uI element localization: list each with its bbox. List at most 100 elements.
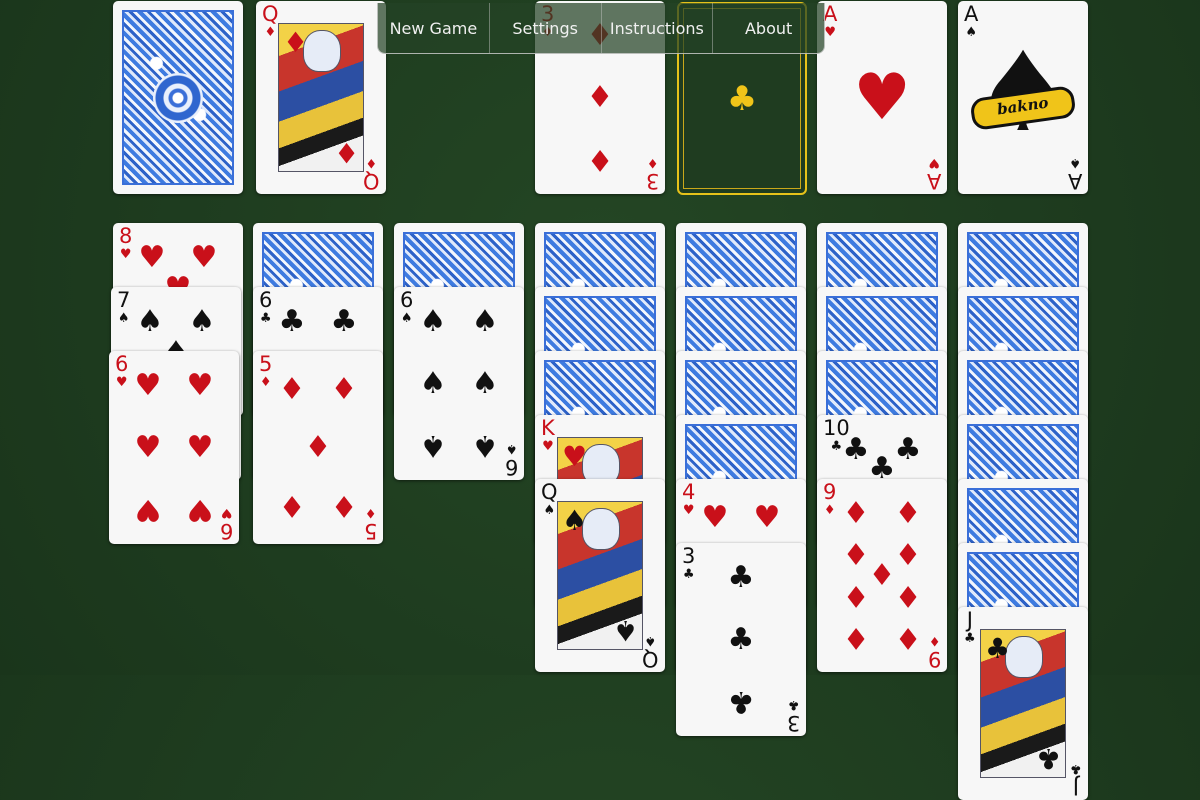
card-corner-index: A ♠ <box>1067 155 1082 193</box>
card-rank: 6 <box>504 455 518 479</box>
card-rank: A <box>1067 169 1082 193</box>
card-back-medallion <box>153 72 203 123</box>
clubs-icon: ♣ <box>682 567 695 582</box>
diamonds-pip-icon: ♦ <box>330 488 358 524</box>
card-rank: 6 <box>400 288 414 312</box>
stock-pile[interactable] <box>113 1 243 194</box>
hearts-icon: ♥ <box>119 247 132 262</box>
card-corner-index: 9 ♦ <box>927 633 941 671</box>
diamonds-pip-icon: ♦ <box>894 577 922 613</box>
card-rank: J <box>1073 775 1080 799</box>
card-corner-index: 5 ♦ <box>363 505 377 543</box>
card-corner-index: 3 ♣ <box>682 544 696 582</box>
ace-of-spades-artwork: ♠bakno <box>969 37 1077 158</box>
settings-button[interactable]: Settings <box>490 3 602 53</box>
spades-pip-icon: ♠ <box>471 365 499 401</box>
clubs-pip-icon: ♣ <box>278 303 306 339</box>
diamonds-pip-icon: ♦ <box>278 488 306 524</box>
clubs-icon: ♣ <box>1035 742 1061 775</box>
spades-pip-icon: ♠ <box>419 428 447 464</box>
tableau-3-card[interactable]: 6 ♠ 6 ♠ ♠ ♠ ♠ ♠ ♠ ♠ <box>394 287 524 480</box>
hearts-pip-icon: ♥ <box>186 492 214 528</box>
hearts-icon: ♥ <box>542 439 554 454</box>
instructions-button[interactable]: Instructions <box>602 3 714 53</box>
tableau-2-card[interactable]: 5 ♦ 5 ♦ ♦ ♦ ♦ ♦ ♦ <box>253 351 383 544</box>
spades-icon: ♠ <box>117 311 130 326</box>
face-portrait-icon <box>582 508 620 550</box>
diamonds-pip-icon: ♦ <box>868 557 896 593</box>
hearts-icon: ♥ <box>824 25 837 40</box>
hearts-icon: ♥ <box>853 60 911 135</box>
clubs-icon: ♣ <box>985 632 1011 665</box>
hearts-pip-icon: ♥ <box>701 499 729 535</box>
tableau-1-card[interactable]: 6 ♥ 6 ♥ ♥ ♥ ♥ ♥ ♥ ♥ <box>109 351 239 544</box>
hearts-pip-icon: ♥ <box>134 492 162 528</box>
card-rank: Q <box>541 480 558 504</box>
face-portrait-icon <box>303 30 341 72</box>
hearts-icon: ♥ <box>562 440 588 473</box>
diamonds-icon: ♦ <box>365 155 378 170</box>
spades-icon: ♠ <box>505 441 518 456</box>
diamonds-icon: ♦ <box>646 155 659 170</box>
card-rank: Q <box>642 647 659 671</box>
spades-pip-icon: ♠ <box>136 303 164 339</box>
foundation-3-card[interactable]: A ♥ A ♥ ♥ <box>817 1 947 194</box>
diamonds-pip-icon: ♦ <box>842 538 870 574</box>
card-rank: 9 <box>927 647 941 671</box>
foundation-4-card[interactable]: A♠A♠♠bakno <box>958 1 1088 194</box>
diamonds-pip-icon: ♦ <box>894 620 922 656</box>
tableau-4-card[interactable]: Q ♠ Q ♠ ♠ ♠ <box>535 479 665 672</box>
card-rank: A <box>964 2 979 26</box>
card-corner-index: 5 ♦ <box>259 354 272 390</box>
spades-icon: ♠ <box>400 311 413 326</box>
card-rank: 5 <box>363 519 377 543</box>
clubs-pip-icon: ♣ <box>842 431 870 467</box>
face-portrait-icon <box>1005 636 1043 678</box>
about-button[interactable]: About <box>713 3 824 53</box>
card-corner-index: Q ♦ <box>363 155 380 193</box>
diamonds-pip-icon: ♦ <box>894 538 922 574</box>
card-corner-index: A ♥ <box>823 2 838 40</box>
card-rank: A <box>926 169 941 193</box>
spades-pip-icon: ♠ <box>188 303 216 339</box>
card-corner-index: J ♣ <box>964 610 976 646</box>
card-corner-index: 9 ♦ <box>823 480 837 518</box>
waste-card[interactable]: Q ♦ Q ♦ ♦ ♦ <box>256 1 386 194</box>
card-corner-index: K♥ <box>541 418 555 454</box>
diamonds-icon: ♦ <box>928 633 941 648</box>
hearts-icon: ♥ <box>682 503 695 518</box>
spades-icon: ♠ <box>644 633 657 648</box>
card-rank: 8 <box>119 224 133 248</box>
tableau-5-card[interactable]: 3 ♣ 3 ♣ ♣ ♣ ♣ <box>676 543 806 736</box>
card-corner-index: Q ♠ <box>541 480 558 518</box>
diamonds-icon: ♦ <box>264 25 277 40</box>
clubs-icon: ♣ <box>259 311 272 326</box>
new-game-button[interactable]: New Game <box>378 3 490 53</box>
card-corner-index: 8♥ <box>119 224 133 262</box>
card-rank: 3 <box>786 711 800 735</box>
card-corner-index: 7♠ <box>117 290 130 326</box>
diamonds-pip-icon: ♦ <box>842 577 870 613</box>
diamonds-pip-icon: ♦ <box>304 429 332 465</box>
card-rank: 3 <box>682 544 696 568</box>
hearts-icon: ♥ <box>220 505 233 520</box>
diamonds-pip-icon: ♦ <box>842 495 870 531</box>
card-rank: A <box>823 2 838 26</box>
diamonds-pip-icon: ♦ <box>586 79 614 115</box>
card-rank: 6 <box>259 288 273 312</box>
tableau-7-card[interactable]: J ♣ J ♣ ♣ ♣ <box>958 607 1088 800</box>
diamonds-pip-icon: ♦ <box>894 495 922 531</box>
clubs-icon: ♣ <box>964 631 976 646</box>
card-rank: 9 <box>823 480 837 504</box>
spades-icon: ♠ <box>612 614 638 647</box>
diamonds-pip-icon: ♦ <box>842 620 870 656</box>
card-rank: Q <box>262 2 279 26</box>
tableau-6-card[interactable]: 9 ♦ 9 ♦ ♦ ♦ ♦ ♦ ♦ ♦ ♦ ♦ ♦ <box>817 479 947 672</box>
hearts-pip-icon: ♥ <box>186 367 214 403</box>
card-rank: 3 <box>645 169 659 193</box>
card-corner-index: 3 ♣ <box>786 697 800 735</box>
clubs-pip-icon: ♣ <box>727 621 755 657</box>
card-corner-index: A ♥ <box>926 155 941 193</box>
hearts-pip-icon: ♥ <box>134 367 162 403</box>
diamonds-icon: ♦ <box>823 503 836 518</box>
